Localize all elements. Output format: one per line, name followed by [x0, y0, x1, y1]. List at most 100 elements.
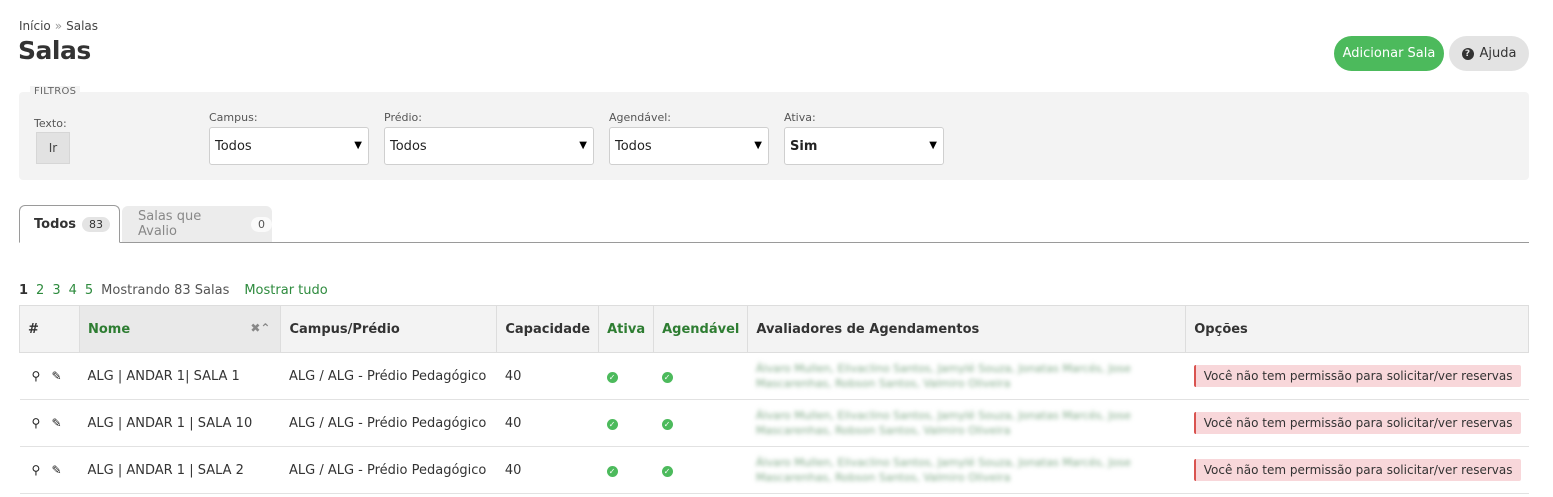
sort-clear-icon[interactable]: ✖⌃: [250, 321, 270, 335]
col-nome[interactable]: Nome ✖⌃: [78, 305, 282, 353]
room-campus: ALG / ALG - Prédio Pedagógico: [280, 352, 497, 400]
active-filter-label: Ativa:: [784, 111, 816, 124]
check-circle-icon: ✓: [661, 465, 673, 477]
page-link[interactable]: 2: [36, 283, 44, 298]
help-button-label: Ajuda: [1479, 46, 1517, 61]
go-button[interactable]: Ir: [36, 132, 70, 164]
room-options: Você não tem permissão para solicitar/ve…: [1185, 399, 1529, 447]
chevron-down-icon: ▼: [754, 140, 762, 151]
chevron-down-icon: ▼: [354, 140, 362, 151]
room-options: Você não tem permissão para solicitar/ve…: [1185, 446, 1529, 494]
tab-salas-que-avalio[interactable]: Salas que Avalio 0: [122, 206, 272, 242]
room-schedulable: ✓: [653, 399, 748, 447]
check-circle-icon: ✓: [606, 465, 618, 477]
table-header-row: # Nome ✖⌃ Campus/Prédio Capacidade Ativa…: [19, 305, 1529, 353]
tab-salas-que-avalio-label: Salas que Avalio: [138, 209, 202, 239]
room-capacity: 40: [496, 399, 599, 447]
room-active: ✓: [598, 446, 654, 494]
campus-filter-label: Campus:: [209, 111, 258, 124]
schedulable-select[interactable]: Todos ▼: [609, 127, 769, 165]
room-name: ALG | ANDAR 1 | SALA 2: [79, 446, 281, 494]
row-actions: ⚲ ✎: [19, 446, 80, 494]
edit-icon[interactable]: ✎: [52, 463, 66, 477]
page-link[interactable]: 3: [52, 283, 60, 298]
room-campus: ALG / ALG - Prédio Pedagógico: [280, 446, 497, 494]
col-opcoes: Opções: [1185, 305, 1529, 353]
col-campus[interactable]: Campus/Prédio: [280, 305, 498, 353]
tabs-divider: [19, 242, 1529, 243]
active-select-value: Sim: [790, 138, 818, 154]
building-select[interactable]: Todos ▼: [384, 127, 594, 165]
campus-select[interactable]: Todos ▼: [209, 127, 369, 165]
room-evaluators: Álvaro Mullen, Elivaclino Santos, Jamylé…: [747, 352, 1186, 400]
col-capacidade[interactable]: Capacidade: [496, 305, 600, 353]
rooms-table: # Nome ✖⌃ Campus/Prédio Capacidade Ativa…: [19, 305, 1529, 494]
breadcrumb-current: Salas: [66, 19, 99, 33]
schedulable-select-value: Todos: [615, 138, 652, 154]
col-agendavel[interactable]: Agendável: [653, 305, 749, 353]
room-schedulable: ✓: [653, 446, 748, 494]
building-filter-label: Prédio:: [384, 111, 422, 124]
table-row: ⚲ ✎ ALG | ANDAR 1 | SALA 10 ALG / ALG - Pré…: [19, 399, 1529, 447]
search-icon[interactable]: ⚲: [32, 369, 46, 383]
question-circle-icon: ?: [1461, 47, 1474, 60]
tab-todos-count: 83: [82, 216, 111, 232]
table-row: ⚲ ✎ ALG | ANDAR 1| SALA 1 ALG / ALG - Prédi…: [19, 352, 1529, 400]
room-schedulable: ✓: [653, 352, 748, 400]
show-all-link[interactable]: Mostrar tudo: [244, 283, 327, 298]
check-circle-icon: ✓: [606, 371, 618, 383]
page-link[interactable]: 5: [85, 283, 93, 298]
tab-todos-label: Todos: [34, 216, 77, 232]
breadcrumb-home[interactable]: Início: [19, 19, 51, 33]
campus-select-value: Todos: [215, 138, 252, 154]
room-name: ALG | ANDAR 1| SALA 1: [79, 352, 281, 400]
breadcrumb-separator: »: [54, 19, 63, 33]
table-row: ⚲ ✎ ALG | ANDAR 1 | SALA 2 ALG / ALG - Préd…: [19, 446, 1529, 494]
page-title: Salas: [18, 36, 91, 65]
row-actions: ⚲ ✎: [19, 399, 80, 447]
help-button[interactable]: ? Ajuda: [1449, 36, 1529, 71]
row-actions: ⚲ ✎: [19, 352, 80, 400]
search-icon[interactable]: ⚲: [32, 463, 46, 477]
schedulable-filter-label: Agendável:: [609, 111, 672, 124]
evaluators-list: Álvaro Mullen, Elivaclino Santos, Jamylé…: [755, 409, 1131, 437]
building-select-value: Todos: [390, 138, 427, 154]
col-avaliadores: Avaliadores de Agendamentos: [747, 305, 1187, 353]
text-filter-label: Texto:: [34, 117, 67, 130]
check-circle-icon: ✓: [661, 418, 673, 430]
search-icon[interactable]: ⚲: [32, 416, 46, 430]
pagination: 1 2 3 4 5 Mostrando 83 Salas Mostrar tud…: [19, 283, 328, 298]
add-room-button[interactable]: Adicionar Sala: [1334, 36, 1444, 71]
permission-alert: Você não tem permissão para solicitar/ve…: [1193, 412, 1521, 434]
room-campus: ALG / ALG - Prédio Pedagógico: [280, 399, 497, 447]
col-ativa[interactable]: Ativa: [598, 305, 655, 353]
edit-icon[interactable]: ✎: [52, 369, 66, 383]
edit-icon[interactable]: ✎: [52, 416, 66, 430]
page-current: 1: [19, 283, 29, 298]
filters-legend: FILTROS: [30, 86, 81, 97]
room-active: ✓: [598, 399, 654, 447]
room-evaluators: Álvaro Mullen, Elivaclino Santos, Jamylé…: [747, 446, 1186, 494]
active-select[interactable]: Sim ▼: [784, 127, 944, 165]
evaluators-list: Álvaro Mullen, Elivaclino Santos, Jamylé…: [755, 456, 1131, 484]
col-nome-label: Nome: [88, 321, 131, 337]
check-circle-icon: ✓: [661, 371, 673, 383]
permission-alert: Você não tem permissão para solicitar/ve…: [1193, 365, 1521, 387]
chevron-down-icon: ▼: [929, 140, 937, 151]
room-capacity: 40: [496, 352, 599, 400]
breadcrumb: Início» Salas: [19, 19, 98, 33]
col-hash: #: [19, 305, 80, 353]
tab-salas-que-avalio-count: 0: [251, 216, 272, 232]
tab-todos[interactable]: Todos 83: [19, 205, 120, 243]
room-evaluators: Álvaro Mullen, Elivaclino Santos, Jamylé…: [747, 399, 1186, 447]
pagination-info: Mostrando 83 Salas: [101, 283, 230, 298]
evaluators-list: Álvaro Mullen, Elivaclino Santos, Jamylé…: [755, 362, 1131, 390]
chevron-down-icon: ▼: [579, 140, 587, 151]
room-active: ✓: [598, 352, 654, 400]
room-capacity: 40: [496, 446, 599, 494]
page-link[interactable]: 4: [69, 283, 77, 298]
room-name: ALG | ANDAR 1 | SALA 10: [79, 399, 281, 447]
permission-alert: Você não tem permissão para solicitar/ve…: [1193, 459, 1521, 481]
room-options: Você não tem permissão para solicitar/ve…: [1185, 352, 1529, 400]
check-circle-icon: ✓: [606, 418, 618, 430]
